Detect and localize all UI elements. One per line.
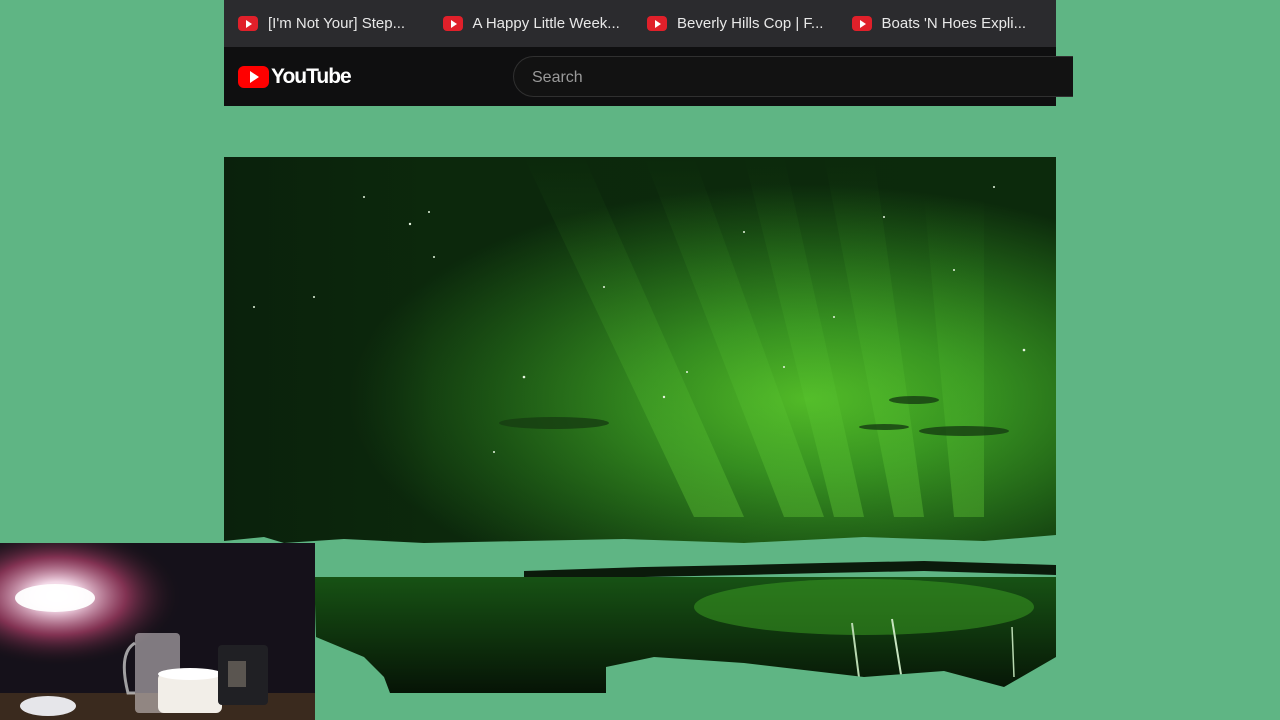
youtube-favicon-icon xyxy=(647,16,667,31)
youtube-favicon-icon xyxy=(238,16,258,31)
youtube-logo-text: YouTube xyxy=(271,65,352,88)
bookmark-item[interactable]: A Happy Little Week... xyxy=(442,15,648,32)
bookmark-item[interactable]: [I'm Not Your] Step... xyxy=(238,15,443,32)
youtube-play-icon xyxy=(238,66,269,88)
bookmarks-bar: [I'm Not Your] Step... A Happy Little We… xyxy=(224,0,1056,47)
youtube-favicon-icon xyxy=(442,16,463,31)
search-input[interactable] xyxy=(530,57,1054,98)
bookmark-item[interactable]: Beverly Hills Cop | F... xyxy=(647,15,852,32)
bookmark-label: Beverly Hills Cop | F... xyxy=(677,15,824,32)
bookmark-label: [I'm Not Your] Step... xyxy=(268,15,406,32)
search-box xyxy=(513,56,1073,98)
youtube-logo[interactable]: YouTube xyxy=(238,65,352,89)
video-player[interactable] xyxy=(224,157,1056,693)
aurora-video-frame xyxy=(224,157,1056,693)
bookmark-label: Boats 'N Hoes Expli... xyxy=(881,15,1027,32)
bookmark-item[interactable]: Boats 'N Hoes Expli... xyxy=(851,15,1057,32)
webcam-overlay xyxy=(0,543,315,720)
screen: [I'm Not Your] Step... A Happy Little We… xyxy=(0,0,1280,720)
webcam-feed xyxy=(0,543,315,720)
youtube-favicon-icon xyxy=(851,16,872,31)
youtube-masthead: YouTube xyxy=(224,47,1073,106)
bookmark-label: A Happy Little Week... xyxy=(472,15,620,32)
